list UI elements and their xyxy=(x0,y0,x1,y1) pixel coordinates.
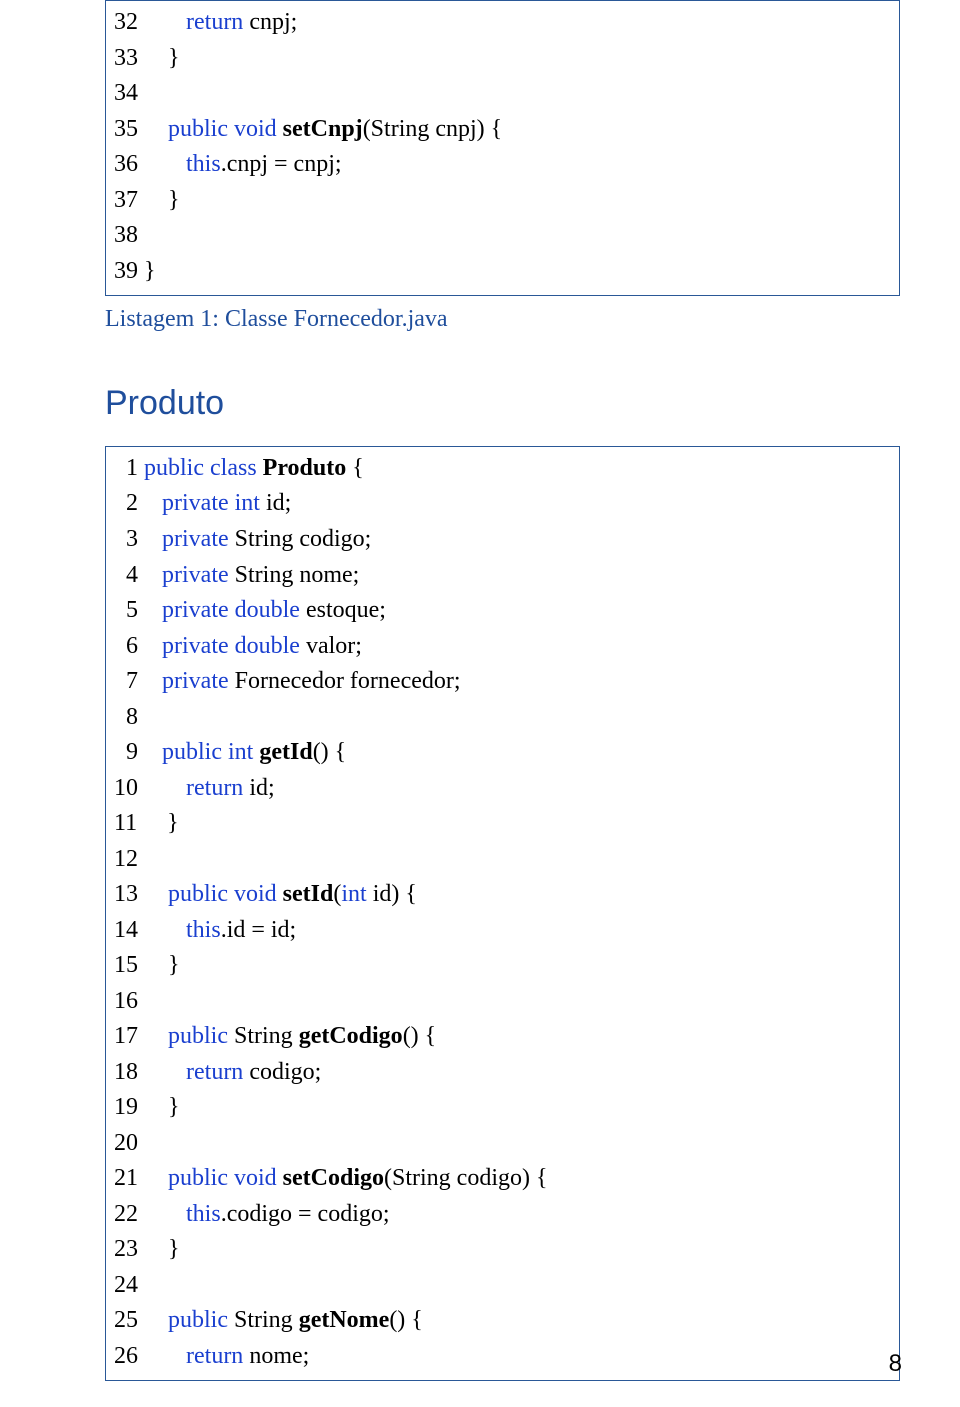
code-line: 14 this.id = id; xyxy=(114,913,891,949)
code-line: 26 return nome; xyxy=(114,1339,891,1375)
code-line: 12 xyxy=(114,842,891,878)
code-listing-1: 32 return cnpj;33 }3435 public void setC… xyxy=(105,0,900,296)
code-line: 39 } xyxy=(114,254,891,290)
code-line: 15 } xyxy=(114,948,891,984)
code-line: 4 private String nome; xyxy=(114,558,891,594)
code-line: 35 public void setCnpj(String cnpj) { xyxy=(114,112,891,148)
code-line: 8 xyxy=(114,700,891,736)
code-line: 17 public String getCodigo() { xyxy=(114,1019,891,1055)
listing-caption: Listagem 1: Classe Fornecedor.java xyxy=(105,302,900,338)
code-line: 24 xyxy=(114,1268,891,1304)
code-line: 21 public void setCodigo(String codigo) … xyxy=(114,1161,891,1197)
code-listing-2: 1 public class Produto { 2 private int i… xyxy=(105,446,900,1381)
code-line: 5 private double estoque; xyxy=(114,593,891,629)
code-line: 18 return codigo; xyxy=(114,1055,891,1091)
code-line: 23 } xyxy=(114,1232,891,1268)
code-line: 3 private String codigo; xyxy=(114,522,891,558)
code-line: 20 xyxy=(114,1126,891,1162)
code-line: 36 this.cnpj = cnpj; xyxy=(114,147,891,183)
code-line: 25 public String getNome() { xyxy=(114,1303,891,1339)
code-line: 16 xyxy=(114,984,891,1020)
code-line: 37 } xyxy=(114,183,891,219)
code-line: 9 public int getId() { xyxy=(114,735,891,771)
code-line: 32 return cnpj; xyxy=(114,5,891,41)
section-heading-produto: Produto xyxy=(105,378,900,428)
code-line: 1 public class Produto { xyxy=(114,451,891,487)
document-page: 32 return cnpj;33 }3435 public void setC… xyxy=(0,0,960,1407)
code-line: 13 public void setId(int id) { xyxy=(114,877,891,913)
code-line: 22 this.codigo = codigo; xyxy=(114,1197,891,1233)
code-line: 33 } xyxy=(114,41,891,77)
code-line: 38 xyxy=(114,218,891,254)
code-line: 7 private Fornecedor fornecedor; xyxy=(114,664,891,700)
code-line: 11 } xyxy=(114,806,891,842)
code-line: 10 return id; xyxy=(114,771,891,807)
code-line: 2 private int id; xyxy=(114,486,891,522)
code-line: 6 private double valor; xyxy=(114,629,891,665)
page-number: 8 xyxy=(889,1350,902,1378)
code-line: 34 xyxy=(114,76,891,112)
code-line: 19 } xyxy=(114,1090,891,1126)
